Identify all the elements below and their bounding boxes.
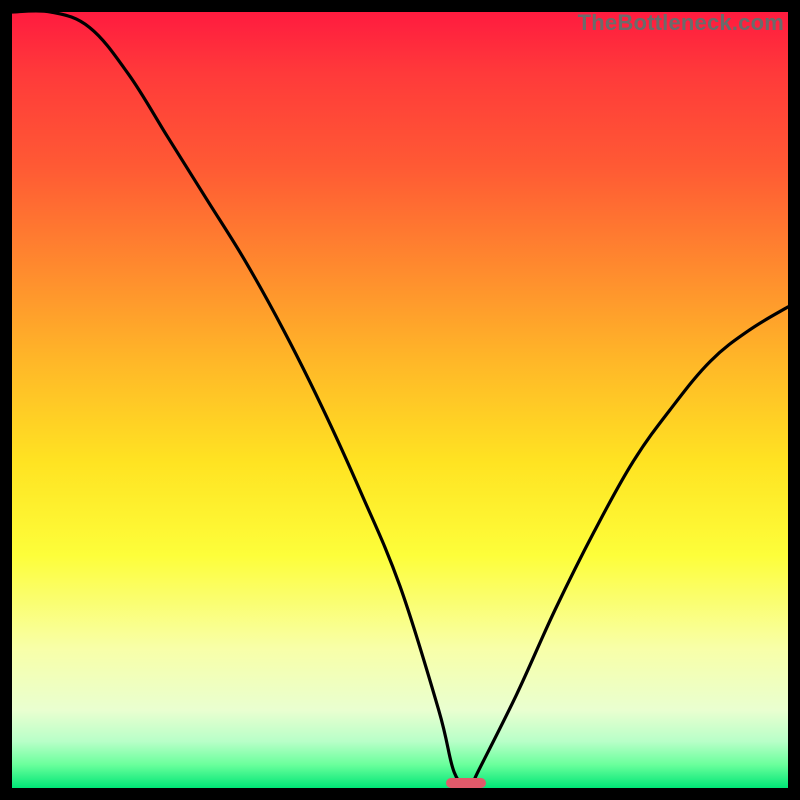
watermark-text: TheBottleneck.com: [578, 12, 784, 36]
bottleneck-curve-svg: [12, 12, 788, 788]
bottleneck-curve-path: [12, 12, 788, 788]
optimal-marker: [446, 778, 486, 788]
chart-frame: TheBottleneck.com: [0, 0, 800, 800]
plot-area: TheBottleneck.com: [12, 12, 788, 788]
